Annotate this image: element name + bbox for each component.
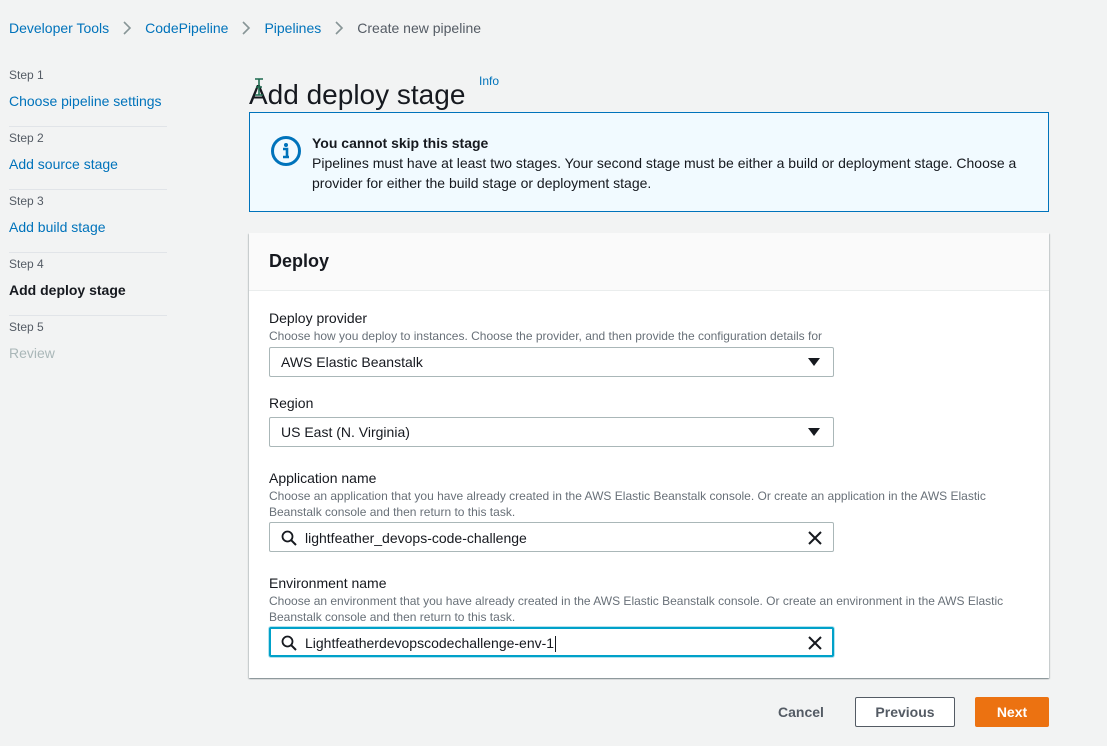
chevron-right-icon — [234, 18, 258, 38]
environment-name-value: Lightfeatherdevopscodechallenge-env-1 — [305, 635, 555, 651]
cancel-button[interactable]: Cancel — [770, 697, 832, 727]
alert-body: Pipelines must have at least two stages.… — [312, 155, 1017, 191]
step-number: Step 5 — [9, 320, 44, 334]
previous-button[interactable]: Previous — [855, 697, 955, 727]
deploy-provider-label: Deploy provider — [269, 310, 368, 326]
chevron-right-icon — [327, 18, 351, 38]
application-name-field: Application name Choose an application t… — [269, 469, 986, 552]
info-link[interactable]: Info — [479, 74, 499, 88]
step-number: Step 3 — [9, 194, 44, 208]
deploy-provider-field: Deploy provider Choose how you deploy to… — [269, 309, 834, 377]
step-link-build-stage[interactable]: Add build stage — [9, 218, 167, 236]
step-review-disabled: Review — [9, 345, 55, 361]
alert-title: You cannot skip this stage — [312, 135, 489, 151]
text-caret — [555, 636, 557, 653]
step-5: Step 5 Review — [9, 316, 167, 379]
text-cursor-icon — [255, 78, 263, 96]
search-icon — [281, 530, 297, 546]
application-name-label: Application name — [269, 470, 377, 486]
info-circle-icon — [271, 136, 301, 166]
environment-name-input[interactable]: Lightfeatherdevopscodechallenge-env-1 — [269, 627, 834, 657]
step-number: Step 2 — [9, 131, 44, 145]
breadcrumb-codepipeline[interactable]: CodePipeline — [145, 20, 228, 36]
search-icon — [281, 635, 297, 651]
deploy-provider-value: AWS Elastic Beanstalk — [281, 354, 423, 370]
application-name-value: lightfeather_devops-code-challenge — [305, 530, 527, 546]
step-2: Step 2 Add source stage — [9, 127, 167, 190]
breadcrumb-developer-tools[interactable]: Developer Tools — [9, 20, 109, 36]
region-field: Region US East (N. Virginia) — [269, 394, 834, 447]
deploy-provider-select[interactable]: AWS Elastic Beanstalk — [269, 347, 834, 377]
region-value: US East (N. Virginia) — [281, 424, 410, 440]
deploy-panel-title: Deploy — [269, 251, 330, 271]
breadcrumb: Developer Tools CodePipeline Pipelines C… — [9, 18, 481, 38]
environment-name-field: Environment name Choose an environment t… — [269, 574, 1003, 657]
step-4: Step 4 Add deploy stage — [9, 253, 167, 316]
region-select[interactable]: US East (N. Virginia) — [269, 417, 834, 447]
caret-down-icon — [808, 358, 820, 366]
region-label: Region — [269, 395, 314, 411]
step-3: Step 3 Add build stage — [9, 190, 167, 253]
step-link-source-stage[interactable]: Add source stage — [9, 155, 167, 173]
breadcrumb-current: Create new pipeline — [357, 20, 482, 36]
step-current-deploy-stage: Add deploy stage — [9, 282, 126, 298]
breadcrumb-pipelines[interactable]: Pipelines — [264, 20, 321, 36]
deploy-panel-header: Deploy — [249, 233, 1049, 291]
step-number: Step 4 — [9, 257, 44, 271]
deploy-panel: Deploy Deploy provider Choose how you de… — [249, 233, 1049, 678]
close-icon[interactable] — [807, 530, 823, 546]
caret-down-icon — [808, 428, 820, 436]
step-number: Step 1 — [9, 68, 44, 82]
step-1: Step 1 Choose pipeline settings — [9, 64, 167, 127]
application-name-input[interactable]: lightfeather_devops-code-challenge — [269, 522, 834, 552]
application-name-description: Choose an application that you have alre… — [269, 489, 986, 519]
environment-name-description: Choose an environment that you have alre… — [269, 594, 1004, 624]
next-button[interactable]: Next — [975, 697, 1049, 727]
environment-name-label: Environment name — [269, 575, 387, 591]
chevron-right-icon — [115, 18, 139, 38]
page-title: Add deploy stage — [249, 78, 466, 110]
info-alert: You cannot skip this stage Pipelines mus… — [249, 112, 1049, 212]
close-icon[interactable] — [807, 635, 823, 651]
step-link-pipeline-settings[interactable]: Choose pipeline settings — [9, 92, 167, 110]
wizard-steps: Step 1 Choose pipeline settings Step 2 A… — [9, 64, 167, 379]
